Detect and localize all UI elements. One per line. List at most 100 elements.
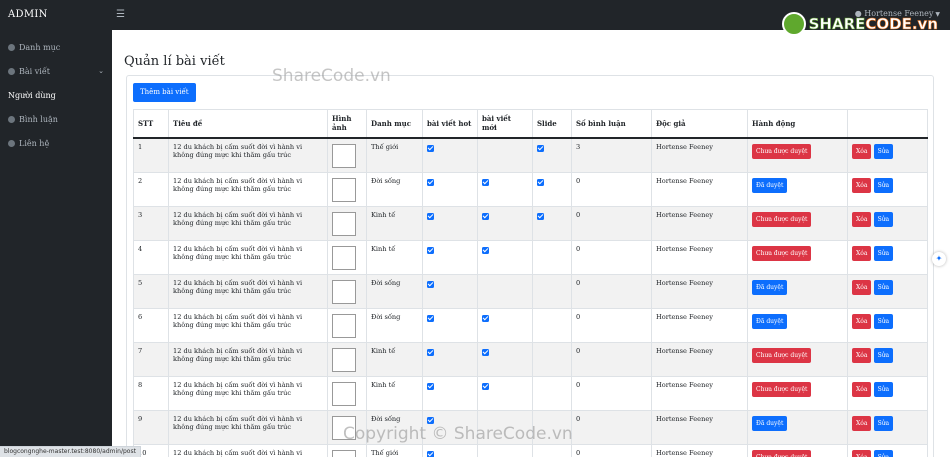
hot-checkbox[interactable] xyxy=(427,280,434,288)
sidebar-item-bai-viet[interactable]: Bài viết ⌄ xyxy=(0,59,112,83)
watermark-logo-code: CODE.vn xyxy=(865,15,938,34)
delete-button[interactable]: Xóa xyxy=(852,143,872,159)
cell-slide xyxy=(532,443,572,457)
hot-checkbox[interactable] xyxy=(427,450,434,457)
status-button[interactable]: Đã duyệt xyxy=(752,279,788,295)
slide-checkbox[interactable] xyxy=(537,144,544,152)
cell-image xyxy=(327,341,367,376)
delete-button[interactable]: Xóa xyxy=(852,449,872,457)
new-checkbox[interactable] xyxy=(482,178,489,186)
edit-button[interactable]: Sửa xyxy=(873,211,894,227)
circle-icon xyxy=(8,67,15,75)
hot-checkbox[interactable] xyxy=(427,348,434,356)
cell-new xyxy=(477,375,533,410)
posts-table: STT Tiêu đề Hình ảnh Danh mục bài viết h… xyxy=(133,109,928,457)
slide-checkbox[interactable] xyxy=(537,212,544,220)
cell-slide xyxy=(532,341,572,376)
new-checkbox[interactable] xyxy=(482,348,489,356)
sidebar-item-binh-luan[interactable]: Bình luận xyxy=(0,107,112,131)
cell-hot xyxy=(422,239,478,274)
edit-button[interactable]: Sửa xyxy=(873,279,894,295)
edit-button[interactable]: Sửa xyxy=(873,143,894,159)
new-checkbox[interactable] xyxy=(482,246,489,254)
delete-button[interactable]: Xóa xyxy=(852,211,872,227)
cell-stt: 2 xyxy=(133,171,169,206)
table-row: 1 12 du khách bị cấm suốt đời vì hành vi … xyxy=(133,137,928,172)
slide-checkbox[interactable] xyxy=(537,178,544,186)
table-row: 6 12 du khách bị cấm suốt đời vì hành vi … xyxy=(133,307,928,342)
status-button[interactable]: Đã duyệt xyxy=(752,313,788,329)
delete-button[interactable]: Xóa xyxy=(852,279,872,295)
cell-category: Kinh tế xyxy=(366,341,423,376)
sidebar-item-label: Bài viết xyxy=(19,66,50,76)
cell-status: Chưa được duyệt xyxy=(747,375,848,410)
cell-actions: Xóa Sửa xyxy=(847,273,928,308)
cell-stt: 1 xyxy=(133,137,169,172)
status-button[interactable]: Chưa được duyệt xyxy=(752,245,812,261)
cell-slide xyxy=(532,239,572,274)
status-button[interactable]: Đã duyệt xyxy=(752,415,788,431)
edit-button[interactable]: Sửa xyxy=(873,415,894,431)
delete-button[interactable]: Xóa xyxy=(852,347,872,363)
thumbnail-image xyxy=(332,347,356,372)
cell-image xyxy=(327,239,367,274)
brand-logo[interactable]: ADMIN xyxy=(8,9,48,20)
edit-button[interactable]: Sửa xyxy=(873,347,894,363)
sidebar-item-lien-he[interactable]: Liên hệ xyxy=(0,131,112,155)
delete-button[interactable]: Xóa xyxy=(852,245,872,261)
cell-slide xyxy=(532,137,572,172)
sidebar-item-label: Bình luận xyxy=(19,114,58,124)
status-button[interactable]: Chưa được duyệt xyxy=(752,381,812,397)
new-checkbox[interactable] xyxy=(482,314,489,322)
delete-button[interactable]: Xóa xyxy=(852,415,872,431)
table-row: 7 12 du khách bị cấm suốt đời vì hành vi … xyxy=(133,341,928,376)
sidebar-item-nguoi-dung[interactable]: Người dùng xyxy=(0,83,112,107)
header-new: bài viết mới xyxy=(477,109,533,139)
status-button[interactable]: Chưa được duyệt xyxy=(752,143,812,159)
hot-checkbox[interactable] xyxy=(427,314,434,322)
cell-category: Đời sống xyxy=(366,307,423,342)
cell-comments: 0 xyxy=(571,307,652,342)
hamburger-icon[interactable]: ☰ xyxy=(116,9,125,20)
new-checkbox[interactable] xyxy=(482,212,489,220)
delete-button[interactable]: Xóa xyxy=(852,177,872,193)
edit-button[interactable]: Sửa xyxy=(873,313,894,329)
sidebar-item-label: Danh mục xyxy=(19,42,61,52)
main-content: Quản lí bài viết Thêm bài viết STT Tiêu … xyxy=(112,30,950,457)
sidebar-item-danh-muc[interactable]: Danh mục xyxy=(0,35,112,59)
edit-button[interactable]: Sửa xyxy=(873,245,894,261)
status-button[interactable]: Chưa được duyệt xyxy=(752,449,812,457)
header-slide: Slide xyxy=(532,109,572,139)
header-image: Hình ảnh xyxy=(327,109,367,139)
delete-button[interactable]: Xóa xyxy=(852,313,872,329)
edit-button[interactable]: Sửa xyxy=(873,381,894,397)
status-button[interactable]: Đã duyệt xyxy=(752,177,788,193)
table-header-row: STT Tiêu đề Hình ảnh Danh mục bài viết h… xyxy=(133,109,928,139)
hot-checkbox[interactable] xyxy=(427,416,434,424)
hot-checkbox[interactable] xyxy=(427,178,434,186)
hot-checkbox[interactable] xyxy=(427,246,434,254)
new-checkbox[interactable] xyxy=(482,382,489,390)
floating-helper-icon[interactable]: ✦ xyxy=(932,252,946,266)
cell-hot xyxy=(422,273,478,308)
cell-reader: Hortense Feeney xyxy=(651,205,748,240)
cell-image xyxy=(327,375,367,410)
cell-reader: Hortense Feeney xyxy=(651,341,748,376)
cell-comments: 0 xyxy=(571,171,652,206)
edit-button[interactable]: Sửa xyxy=(873,177,894,193)
delete-button[interactable]: Xóa xyxy=(852,381,872,397)
cell-comments: 0 xyxy=(571,273,652,308)
hot-checkbox[interactable] xyxy=(427,144,434,152)
edit-button[interactable]: Sửa xyxy=(873,449,894,457)
hot-checkbox[interactable] xyxy=(427,212,434,220)
cell-hot xyxy=(422,171,478,206)
sharecode-logo-icon xyxy=(781,12,806,36)
status-button[interactable]: Chưa được duyệt xyxy=(752,211,812,227)
hot-checkbox[interactable] xyxy=(427,382,434,390)
header-stt: STT xyxy=(133,109,169,139)
status-bar-url: blogcongnghe-master.test:8080/admin/post xyxy=(0,446,141,457)
cell-title: 12 du khách bị cấm suốt đời vì hành vi k… xyxy=(168,375,328,410)
status-button[interactable]: Chưa được duyệt xyxy=(752,347,812,363)
add-post-button[interactable]: Thêm bài viết xyxy=(133,83,196,102)
watermark-center: ShareCode.vn xyxy=(272,66,391,86)
